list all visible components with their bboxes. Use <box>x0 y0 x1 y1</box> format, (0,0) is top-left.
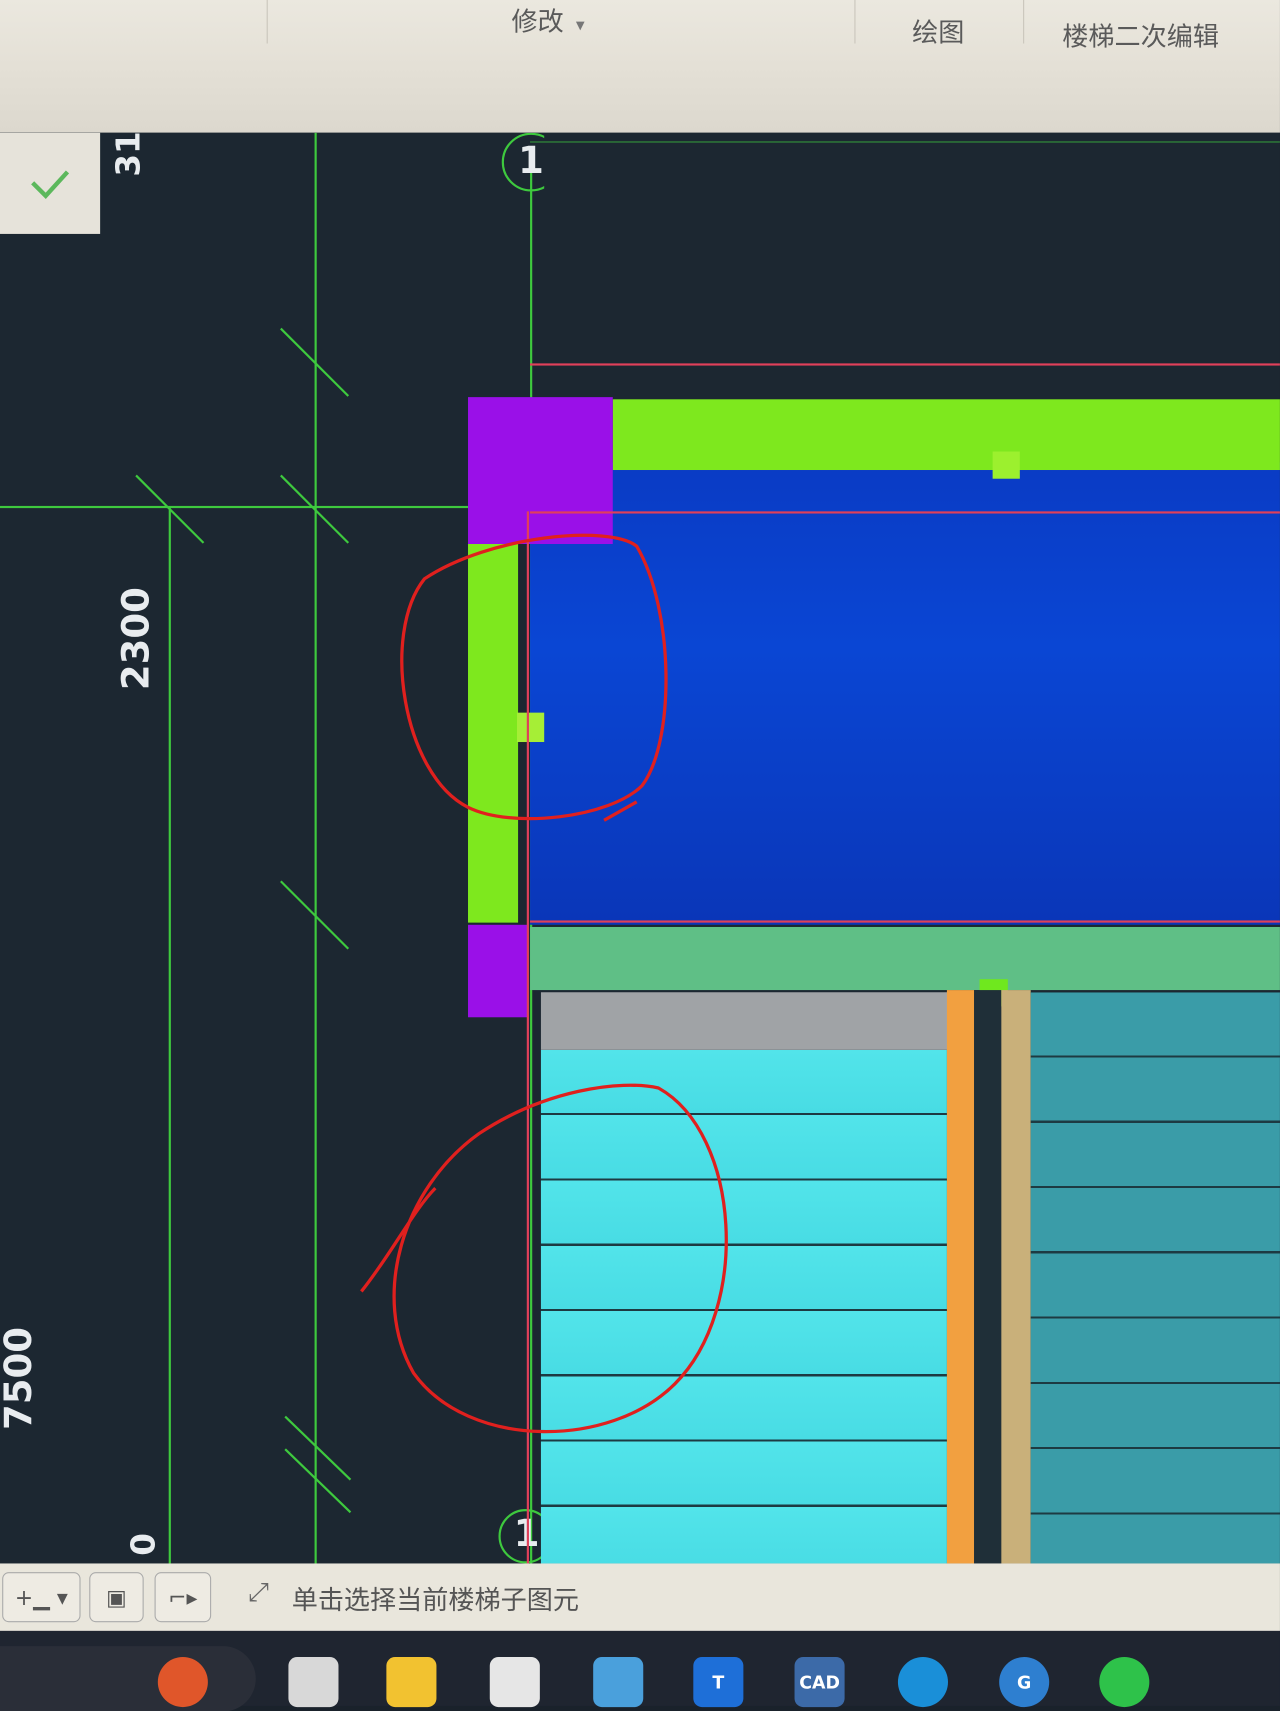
ribbon-divider <box>1023 0 1025 44</box>
cad-label: CAD <box>799 1671 840 1693</box>
ribbon-divider <box>854 0 856 44</box>
ribbon-toolbar: 修改 ▾ 绘图 楼梯二次编辑 <box>0 0 1280 133</box>
plus-icon: +▁ ▾ <box>14 1584 68 1611</box>
monitor-icon: ▣ <box>106 1584 127 1611</box>
ribbon-tab-draw[interactable]: 绘图 <box>912 11 964 49</box>
widget-area <box>0 1646 256 1711</box>
ribbon-tab-modify[interactable]: 修改 ▾ <box>512 0 585 38</box>
polyline-icon: ⌐▸ <box>168 1584 198 1611</box>
expand-icon: ⤢ <box>248 1576 270 1607</box>
ribbon-tab-stair-edit[interactable]: 楼梯二次编辑 <box>1062 15 1219 53</box>
document-app-icon[interactable] <box>593 1657 644 1708</box>
file-explorer-icon[interactable] <box>386 1657 437 1708</box>
cloud-app-icon[interactable] <box>489 1657 540 1708</box>
polyline-tool-button[interactable]: ⌐▸ <box>154 1572 212 1623</box>
hand-drawn-annotations <box>360 533 728 1434</box>
tab-label: 修改 <box>511 6 564 37</box>
status-hint: 单击选择当前楼梯子图元 <box>291 1585 580 1616</box>
display-toggle-button[interactable]: ▣ <box>89 1572 144 1623</box>
cad-app-icon[interactable]: CAD <box>794 1657 845 1708</box>
structure-app-icon[interactable]: T <box>693 1657 744 1708</box>
taskbar: T CAD G <box>0 1630 1280 1711</box>
file-app-icon[interactable] <box>288 1657 339 1708</box>
edge-browser-icon[interactable] <box>897 1657 948 1708</box>
ribbon-divider <box>266 0 268 44</box>
status-bar: +▁ ▾ ▣ ⌐▸ ⤢ 单击选择当前楼梯子图元 <box>0 1563 1280 1631</box>
chevron-down-icon: ▾ <box>575 14 585 35</box>
wechat-icon[interactable] <box>1099 1657 1150 1708</box>
cad-canvas[interactable]: 31 2300 7500 0 1 1 <box>0 132 1280 1564</box>
add-dropdown-button[interactable]: +▁ ▾ <box>2 1572 81 1623</box>
weather-widget-icon[interactable] <box>157 1657 208 1708</box>
sogou-input-icon[interactable]: G <box>999 1657 1050 1708</box>
